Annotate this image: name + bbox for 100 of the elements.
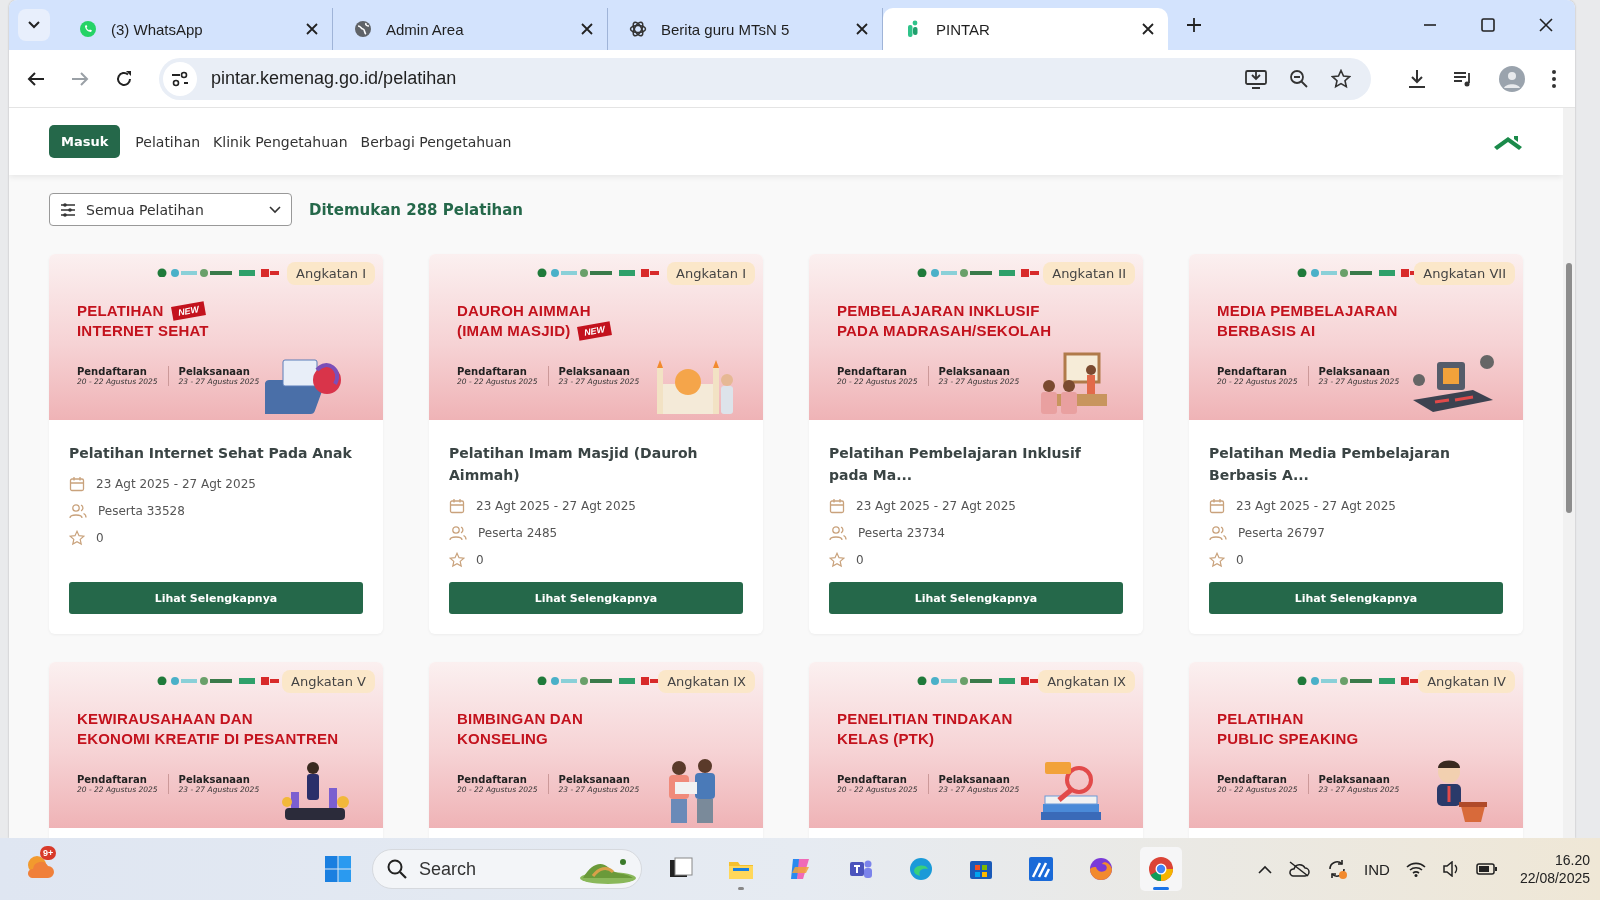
- star-icon[interactable]: [1331, 68, 1351, 89]
- close-icon[interactable]: [1539, 18, 1553, 32]
- batch-badge: Angkatan VII: [1414, 262, 1515, 285]
- new-ribbon: NEW: [170, 300, 206, 321]
- wifi-icon[interactable]: [1405, 861, 1426, 877]
- date-range: 23 Agt 2025 - 27 Agt 2025: [96, 476, 256, 491]
- browser-tab[interactable]: PINTAR: [883, 8, 1168, 50]
- calendar-icon: [69, 475, 85, 492]
- details-button[interactable]: Lihat Selengkapnya: [449, 582, 743, 614]
- close-icon[interactable]: [306, 23, 318, 35]
- new-tab-icon[interactable]: [1186, 17, 1202, 33]
- participant-count: Peserta 33528: [98, 503, 185, 518]
- install-app-icon[interactable]: [1245, 68, 1267, 89]
- chevron-down-icon: [269, 205, 281, 214]
- banner-headline: BERBASIS AI: [1217, 322, 1316, 339]
- globe-icon: [354, 20, 372, 38]
- banner-headline: PELATIHAN: [1217, 710, 1304, 727]
- batch-badge: Angkatan IX: [1038, 670, 1135, 693]
- rating-value: 0: [1236, 552, 1244, 567]
- training-title[interactable]: Pelatihan Media Pembelajaran Berbasis A...: [1209, 442, 1503, 486]
- cloud-off-icon[interactable]: [1288, 860, 1311, 878]
- address-bar-url[interactable]: pintar.kemenag.go.id/pelatihan: [211, 68, 457, 89]
- batch-badge: Angkatan I: [667, 262, 755, 285]
- nav-link[interactable]: Pelatihan: [135, 133, 201, 150]
- maximize-icon[interactable]: [1481, 18, 1495, 32]
- banner-headline: PELATIHAN: [77, 302, 164, 319]
- filter-icon: [60, 202, 76, 217]
- tab-title[interactable]: Berita guru MTsN 5: [661, 20, 842, 38]
- taskbar-search-field[interactable]: Search: [372, 849, 642, 889]
- registration-label: Pendaftaran: [837, 774, 908, 785]
- details-button[interactable]: Lihat Selengkapnya: [1209, 582, 1503, 614]
- search-input[interactable]: Search: [417, 857, 569, 881]
- calendar-icon: [829, 497, 845, 514]
- volume-icon[interactable]: [1441, 861, 1460, 877]
- close-icon[interactable]: [1142, 23, 1154, 35]
- reload-icon[interactable]: [115, 69, 133, 88]
- close-icon[interactable]: [581, 23, 593, 35]
- sync-icon[interactable]: [1326, 858, 1349, 880]
- details-button[interactable]: Lihat Selengkapnya: [829, 582, 1123, 614]
- scrollbar[interactable]: [1563, 108, 1575, 838]
- registration-label: Pendaftaran: [837, 366, 908, 377]
- search-icon: [387, 859, 407, 879]
- training-title[interactable]: Pelatihan Pembelajaran Inklusif pada Ma...: [829, 442, 1123, 486]
- execution-label: Pelaksanaan: [558, 366, 631, 377]
- filter-dropdown[interactable]: Semua Pelatihan: [49, 193, 292, 226]
- nav-link[interactable]: Klinik Pengetahuan: [213, 133, 348, 150]
- training-title[interactable]: Pelatihan Internet Sehat Pada Anak: [69, 442, 363, 464]
- site-settings-icon[interactable]: [163, 61, 197, 96]
- people-icon: [449, 524, 467, 541]
- registration-label: Pendaftaran: [457, 774, 528, 785]
- rating-value: 0: [476, 552, 484, 567]
- battery-icon[interactable]: [1475, 862, 1498, 876]
- calendar-icon: [449, 497, 465, 514]
- execution-label: Pelaksanaan: [938, 774, 1011, 785]
- star-icon: [1209, 551, 1225, 568]
- tab-title[interactable]: Admin Area: [386, 20, 567, 38]
- clock-date[interactable]: 22/08/2025: [1519, 870, 1590, 886]
- notification-badge: 9+: [40, 846, 57, 860]
- registration-label: Pendaftaran: [77, 366, 148, 377]
- tab-list-button[interactable]: [18, 9, 50, 41]
- training-title[interactable]: Pelatihan Imam Masjid (Dauroh Aimmah): [449, 442, 743, 486]
- close-icon[interactable]: [856, 23, 868, 35]
- batch-badge: Angkatan IV: [1418, 670, 1515, 693]
- avatar-icon[interactable]: [1499, 65, 1525, 92]
- chevron-up-icon[interactable]: [1258, 864, 1273, 874]
- browser-tab[interactable]: Admin Area: [333, 8, 608, 50]
- registration-label: Pendaftaran: [77, 774, 148, 785]
- banner-headline: PUBLIC SPEAKING: [1217, 730, 1359, 747]
- stripes-logo-icon: [1027, 855, 1055, 883]
- back-arrow-icon[interactable]: [27, 69, 45, 88]
- browser-tab[interactable]: (3) WhatsApp: [58, 8, 333, 50]
- participant-count: Peserta 23734: [858, 525, 945, 540]
- people-icon: [69, 502, 87, 519]
- clock-time[interactable]: 16.20: [1554, 852, 1590, 868]
- login-button[interactable]: Masuk: [49, 125, 121, 158]
- execution-label: Pelaksanaan: [178, 774, 251, 785]
- calendar-icon: [1209, 497, 1225, 514]
- download-icon[interactable]: [1407, 68, 1427, 89]
- banner-headline: KONSELING: [457, 730, 548, 747]
- tab-title[interactable]: (3) WhatsApp: [111, 20, 292, 38]
- star-icon: [449, 551, 465, 568]
- zoom-out-icon[interactable]: [1289, 68, 1309, 89]
- windows-start-icon[interactable]: [324, 855, 352, 883]
- banner-headline: MEDIA PEMBELAJARAN: [1217, 302, 1398, 319]
- participant-count: Peserta 26797: [1238, 525, 1325, 540]
- banner-headline: (IMAM MASJID): [457, 322, 571, 339]
- more-menu-icon[interactable]: [1551, 68, 1557, 89]
- registration-label: Pendaftaran: [1217, 366, 1288, 377]
- banner-headline: INTERNET SEHAT: [77, 322, 209, 339]
- nav-link[interactable]: Berbagi Pengetahuan: [360, 133, 512, 150]
- banner-headline: PADA MADRASAH/SEKOLAH: [837, 322, 1052, 339]
- batch-badge: Angkatan II: [1043, 262, 1135, 285]
- scrollbar-thumb[interactable]: [1566, 263, 1572, 513]
- rating-value: 0: [856, 552, 864, 567]
- rating-value: 0: [96, 530, 104, 545]
- language-indicator[interactable]: IND: [1364, 860, 1390, 878]
- details-button[interactable]: Lihat Selengkapnya: [69, 582, 363, 614]
- tab-title[interactable]: PINTAR: [936, 20, 1128, 38]
- date-range: 23 Agt 2025 - 27 Agt 2025: [476, 498, 636, 513]
- knot-logo-icon: [629, 20, 647, 38]
